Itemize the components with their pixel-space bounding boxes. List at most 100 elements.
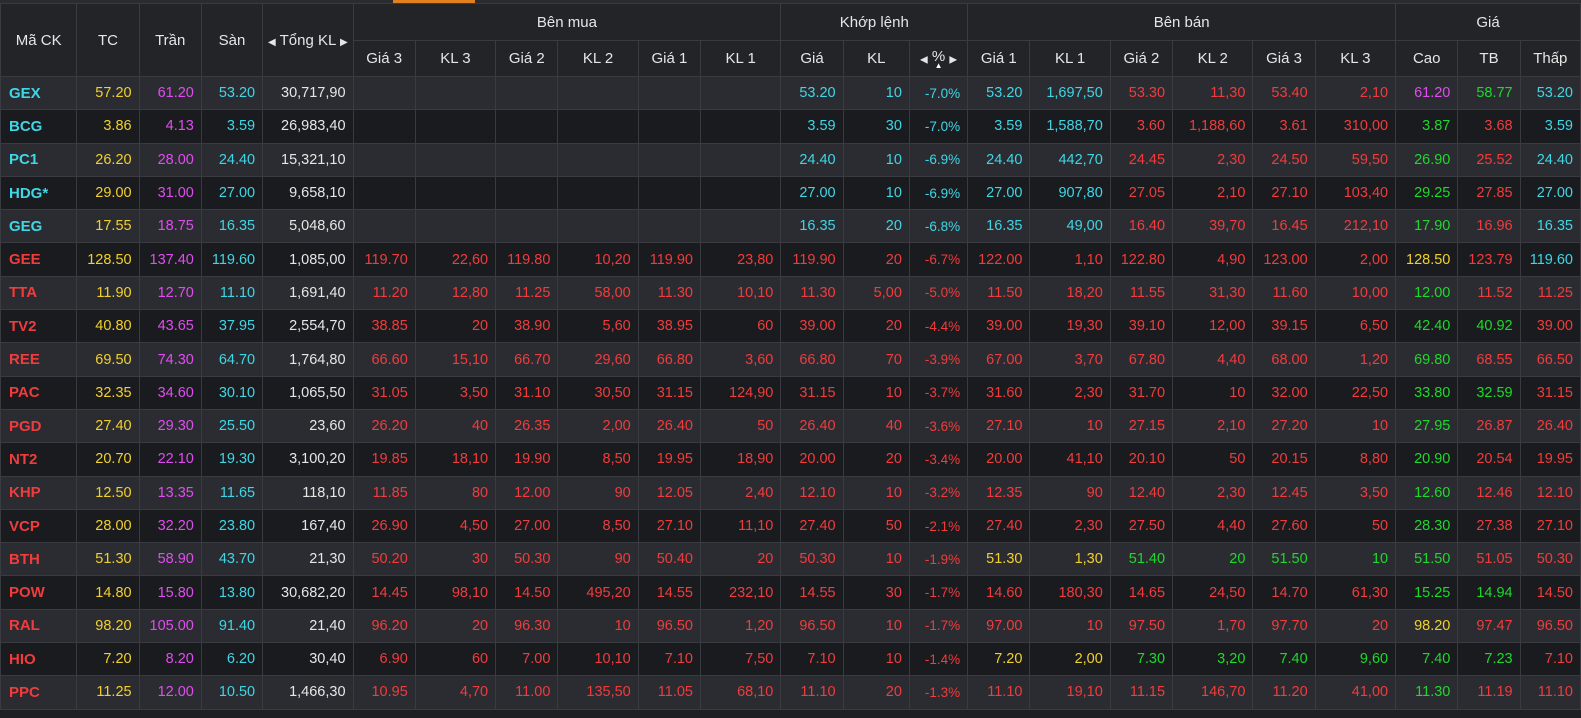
ask-price[interactable]: 27.15 (1109, 408, 1174, 444)
bid-price[interactable]: 96.20 (352, 608, 416, 644)
table-row[interactable]: BCG 3.86 4.13 3.59 26,983,40 3.59 30 -7.0% 3.59 1… (0, 109, 1581, 144)
ask-price[interactable]: 27.10 (967, 408, 1031, 444)
bid-price[interactable] (637, 175, 702, 211)
ask-price[interactable]: 20.00 (967, 442, 1031, 477)
ask-price[interactable]: 27.05 (1109, 175, 1174, 211)
ask-price[interactable]: 20.15 (1252, 442, 1316, 477)
table-row[interactable]: KHP 12.50 13.35 11.65 118,10 11.85 80 12.00 90 12… (0, 475, 1581, 510)
table-row[interactable]: PPC 11.25 12.00 10.50 1,466,30 10.95 4,70 11.00… (0, 675, 1581, 710)
ask-price[interactable]: 39.15 (1252, 309, 1316, 344)
ask-price[interactable]: 123.00 (1252, 242, 1316, 277)
bid-price[interactable] (352, 175, 416, 211)
bid-price[interactable] (352, 109, 416, 144)
header-high[interactable]: Cao (1395, 40, 1459, 77)
ask-price[interactable]: 39.00 (967, 309, 1031, 344)
ask-price[interactable]: 67.80 (1109, 342, 1174, 377)
ask-price[interactable]: 12.40 (1109, 475, 1174, 510)
ask-price[interactable]: 24.45 (1109, 142, 1174, 177)
bid-price[interactable]: 10.95 (352, 675, 416, 710)
header-sell-col[interactable]: Giá 1 (967, 40, 1031, 77)
bid-price[interactable]: 19.85 (352, 442, 416, 477)
ask-price[interactable]: 27.00 (967, 175, 1031, 211)
ask-price[interactable]: 20.10 (1109, 442, 1174, 477)
ask-price[interactable]: 27.50 (1109, 508, 1174, 544)
stock-symbol[interactable]: PC1 (0, 142, 78, 177)
ask-price[interactable]: 32.00 (1252, 375, 1316, 410)
bid-price[interactable] (637, 209, 702, 244)
ask-price[interactable]: 14.65 (1109, 575, 1174, 610)
bid-price[interactable]: 31.15 (637, 375, 702, 410)
stock-symbol[interactable]: GEE (0, 242, 78, 277)
bid-price[interactable] (352, 209, 416, 244)
bid-price[interactable]: 6.90 (352, 642, 416, 677)
header-total-vol[interactable]: ◀ Tổng KL ▶ (262, 3, 354, 77)
bid-price[interactable] (637, 109, 702, 144)
bid-price[interactable]: 38.90 (495, 309, 559, 344)
ask-price[interactable]: 14.70 (1252, 575, 1316, 610)
bid-price[interactable]: 12.05 (637, 475, 702, 510)
stock-symbol[interactable]: NT2 (0, 442, 78, 477)
bid-price[interactable] (637, 75, 702, 111)
bid-price[interactable]: 38.95 (637, 309, 702, 344)
table-row[interactable]: PC1 26.20 28.00 24.40 15,321,10 24.40 10 -6.9% 2… (0, 142, 1581, 177)
header-sell-col[interactable]: Giá 2 (1109, 40, 1174, 77)
bid-price[interactable]: 31.10 (495, 375, 559, 410)
table-row[interactable]: GEX 57.20 61.20 53.20 30,717,90 53.20 10 -7.0% 5… (0, 75, 1581, 111)
bid-price[interactable]: 14.55 (637, 575, 702, 610)
header-match-pct[interactable]: ◀ % ▲ ▶ (908, 40, 969, 77)
ask-price[interactable]: 16.45 (1252, 209, 1316, 244)
bid-price[interactable]: 14.45 (352, 575, 416, 610)
bid-price[interactable] (495, 175, 559, 211)
table-row[interactable]: RAL 98.20 105.00 91.40 21,40 96.20 20 96.30 10 96… (0, 608, 1581, 644)
bid-price[interactable]: 12.00 (495, 475, 559, 510)
bid-price[interactable]: 19.90 (495, 442, 559, 477)
ask-price[interactable]: 16.35 (967, 209, 1031, 244)
bid-price[interactable] (352, 75, 416, 111)
ask-price[interactable]: 122.00 (967, 242, 1031, 277)
ask-price[interactable]: 24.50 (1252, 142, 1316, 177)
bid-price[interactable] (637, 142, 702, 177)
scroll-right-icon[interactable]: ▶ (340, 37, 348, 48)
ask-price[interactable]: 53.30 (1109, 75, 1174, 111)
ask-price[interactable]: 27.10 (1252, 175, 1316, 211)
bid-price[interactable]: 11.05 (637, 675, 702, 710)
table-row[interactable]: TTA 11.90 12.70 11.10 1,691,40 11.20 12,80 11.2… (0, 275, 1581, 311)
ask-price[interactable]: 97.00 (967, 608, 1031, 644)
ask-price[interactable]: 51.40 (1109, 542, 1174, 577)
ask-price[interactable]: 11.50 (967, 275, 1031, 311)
bid-price[interactable]: 50.30 (495, 542, 559, 577)
toggle-right-icon[interactable]: ▶ (949, 54, 957, 65)
table-row[interactable]: NT2 20.70 22.10 19.30 3,100,20 19.85 18,10 19.9… (0, 442, 1581, 477)
header-buy-col[interactable]: Giá 2 (495, 40, 559, 77)
table-row[interactable]: GEE 128.50 137.40 119.60 1,085,00 119.70 22,60… (0, 242, 1581, 277)
scroll-left-icon[interactable]: ◀ (268, 37, 276, 48)
table-row[interactable]: POW 14.80 15.80 13.80 30,682,20 14.45 98,10 14.… (0, 575, 1581, 610)
ask-price[interactable]: 53.40 (1252, 75, 1316, 111)
bid-price[interactable]: 14.50 (495, 575, 559, 610)
bid-price[interactable]: 27.10 (637, 508, 702, 544)
table-row[interactable]: PAC 32.35 34.60 30.10 1,065,50 31.05 3,50 31.10… (0, 375, 1581, 410)
ask-price[interactable]: 11.60 (1252, 275, 1316, 311)
header-low[interactable]: Thấp (1519, 40, 1581, 77)
bid-price[interactable]: 11.85 (352, 475, 416, 510)
ask-price[interactable]: 7.30 (1109, 642, 1174, 677)
header-buy-col[interactable]: KL 1 (699, 40, 782, 77)
stock-symbol[interactable]: TV2 (0, 309, 78, 344)
bid-price[interactable]: 96.30 (495, 608, 559, 644)
ask-price[interactable]: 31.70 (1109, 375, 1174, 410)
table-row[interactable]: HDG* 29.00 31.00 27.00 9,658,10 27.00 10 -6.9% 2… (0, 175, 1581, 211)
bid-price[interactable] (495, 209, 559, 244)
bid-price[interactable]: 119.70 (352, 242, 416, 277)
ask-price[interactable]: 11.15 (1109, 675, 1174, 710)
header-match-price[interactable]: Giá (780, 40, 844, 77)
header-symbol[interactable]: Mã CK (0, 3, 78, 77)
stock-symbol[interactable]: PGD (0, 408, 78, 444)
ask-price[interactable]: 12.45 (1252, 475, 1316, 510)
stock-symbol[interactable]: HIO (0, 642, 78, 677)
stock-symbol[interactable]: BCG (0, 109, 78, 144)
ask-price[interactable]: 122.80 (1109, 242, 1174, 277)
table-row[interactable]: GEG 17.55 18.75 16.35 5,048,60 16.35 20 -6.8% 16… (0, 209, 1581, 244)
stock-symbol[interactable]: VCP (0, 508, 78, 544)
toggle-left-icon[interactable]: ◀ (920, 54, 928, 65)
ask-price[interactable]: 39.10 (1109, 309, 1174, 344)
